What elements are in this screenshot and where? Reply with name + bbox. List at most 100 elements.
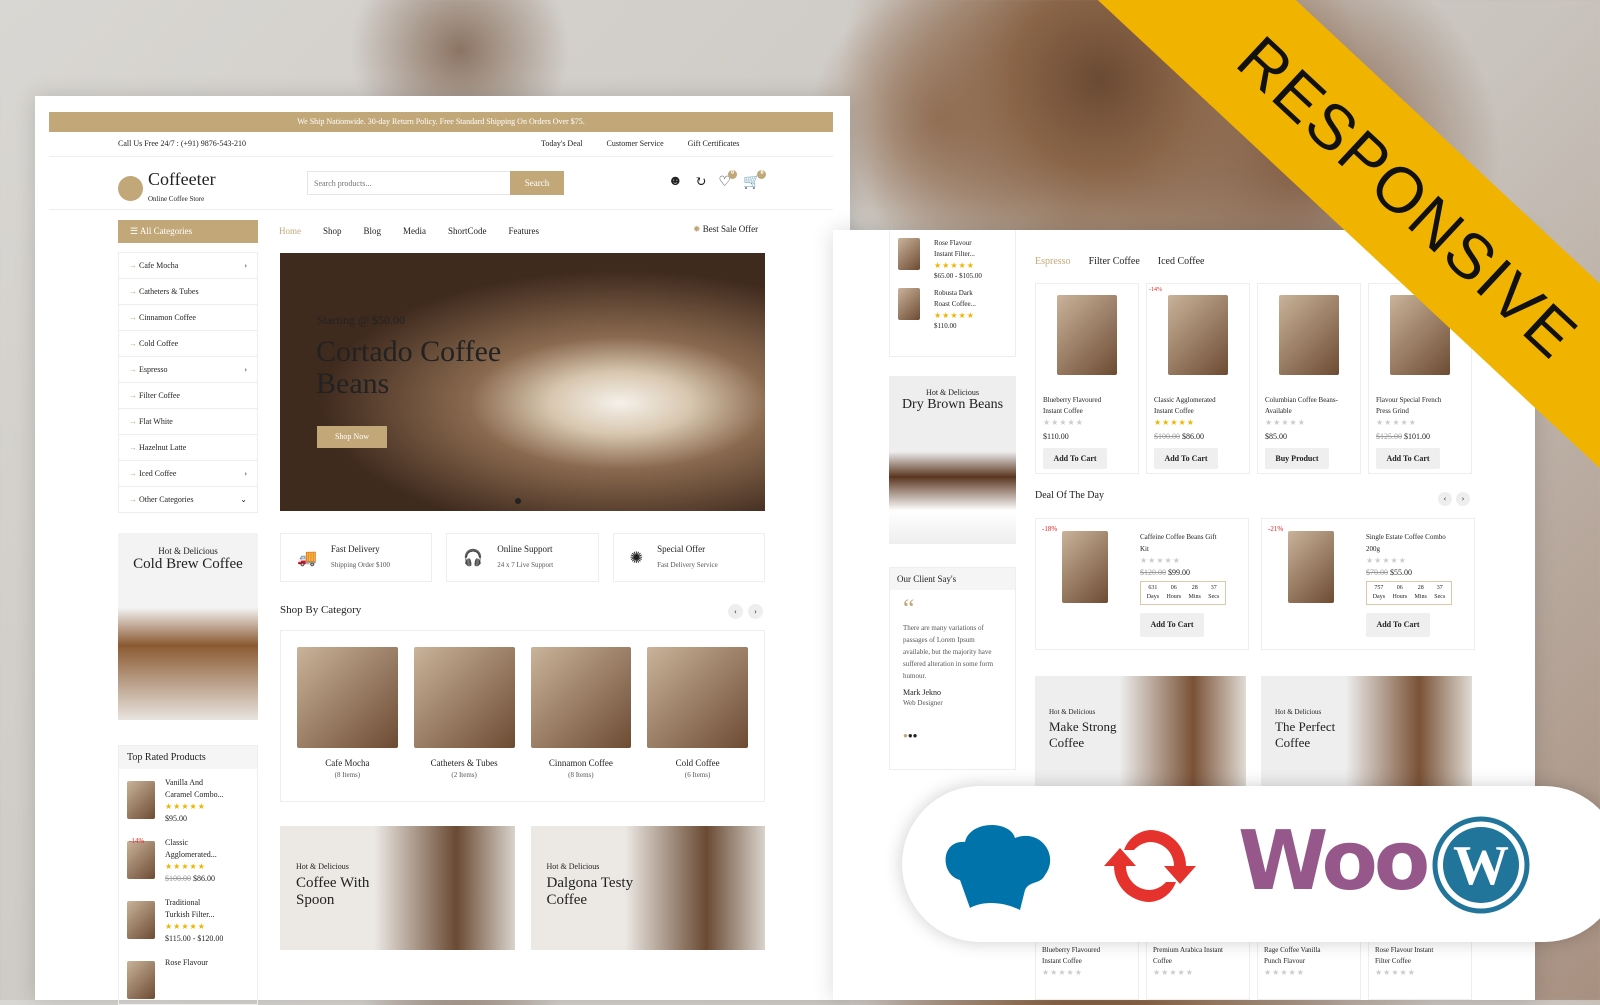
category-item[interactable]: → Cold Coffee — [119, 331, 257, 357]
category-label: Other Categories — [139, 495, 194, 504]
promo-banner[interactable]: Hot & Delicious Make Strong Coffee — [1035, 676, 1246, 786]
link-todays-deal[interactable]: Today's Deal — [541, 139, 583, 148]
search-button[interactable]: Search — [510, 171, 564, 195]
logo[interactable]: Coffeeter Online Coffee Store — [118, 170, 216, 206]
product-card[interactable]: Premium Arabica Instant Coffee ★★★★★ — [1146, 940, 1250, 1000]
product-card[interactable]: Rose Flavour Instant Filter Coffee ★★★★★ — [1368, 940, 1472, 1000]
product-price: $85.00 — [1265, 432, 1287, 441]
top-rated-item[interactable]: Rose Flavour — [119, 949, 257, 1003]
deal-card[interactable]: -21% Single Estate Coffee Combo 200g ★★★★★ $… — [1261, 518, 1475, 650]
mini-product-list: Rose Flavour Instant Filter... ★★★★★ $65.00… — [889, 230, 1016, 357]
category-item[interactable]: → Filter Coffee — [119, 383, 257, 409]
all-categories-button[interactable]: ☰ All Categories — [118, 220, 258, 243]
category-item[interactable]: → Hazelnut Latte — [119, 435, 257, 461]
nav-shortcode[interactable]: ShortCode — [448, 226, 487, 236]
category-next-button[interactable]: › — [748, 604, 763, 619]
nav-blog[interactable]: Blog — [364, 226, 382, 236]
category-item[interactable]: → Catheters & Tubes — [119, 279, 257, 305]
deal-card[interactable]: -18% Caffeine Coffee Beans Gift Kit ★★★★★ $1… — [1035, 518, 1249, 650]
product-card[interactable]: Columbian Coffee Beans- Available ★★★★★ $8… — [1257, 283, 1361, 474]
category-label: Cinnamon Coffee — [139, 313, 196, 322]
dry-brown-beans-banner[interactable]: Hot & Delicious Dry Brown Beans — [889, 376, 1016, 544]
category-item[interactable]: → Iced Coffee › — [119, 461, 257, 487]
product-name: Robusta Dark — [934, 289, 973, 297]
side-banner-cold-brew[interactable]: Hot & Delicious Cold Brew Coffee — [118, 533, 258, 720]
tab-espresso[interactable]: Espresso — [1035, 256, 1071, 267]
product-name-line2: Agglomerated... — [165, 850, 217, 859]
compare-icon[interactable]: ↻ — [695, 174, 707, 191]
banner-title-line2: Coffee — [1049, 735, 1085, 750]
category-item[interactable]: → Espresso › — [119, 357, 257, 383]
category-item[interactable]: → Cinnamon Coffee — [119, 305, 257, 331]
testimonial-widget: Our Client Say's “ There are many variat… — [889, 567, 1016, 770]
product-price: $101.00 — [1404, 432, 1430, 441]
category-card[interactable]: Cafe Mocha (8 Items) — [297, 647, 398, 785]
product-name-line2: Coffee — [1153, 957, 1172, 965]
promo-banner[interactable]: Hot & Delicious Coffee With Spoon — [280, 826, 515, 950]
category-card[interactable]: Cinnamon Coffee (8 Items) — [530, 647, 632, 785]
category-card[interactable]: Catheters & Tubes (2 Items) — [413, 647, 515, 785]
nav-features[interactable]: Features — [509, 226, 540, 236]
banner-subtitle: Hot & Delicious — [158, 546, 218, 556]
wishlist-count: 0 — [728, 170, 738, 179]
deal-prev-button[interactable]: ‹ — [1438, 492, 1452, 506]
add-to-cart-button[interactable]: Add To Cart — [1376, 448, 1440, 469]
nav-shop[interactable]: Shop — [323, 226, 342, 236]
nav-media[interactable]: Media — [403, 226, 426, 236]
product-name-line2: Press Grind — [1376, 407, 1409, 415]
product-name-line2: Turkish Filter... — [165, 910, 215, 919]
category-prev-button[interactable]: ‹ — [728, 604, 743, 619]
arrow-right-icon: → — [129, 287, 137, 296]
mini-product[interactable]: Robusta Dark Roast Coffee... ★★★★★ $110.00 — [898, 288, 1007, 332]
all-categories-label: All Categories — [139, 226, 193, 236]
add-to-cart-button[interactable]: Add To Cart — [1043, 448, 1107, 469]
promo-banner[interactable]: Hot & Delicious Dalgona Testy Coffee — [530, 826, 765, 950]
top-rated-item[interactable]: Traditional Turkish Filter... ★★★★★ $115.0… — [119, 889, 257, 949]
slider-dot[interactable] — [515, 498, 521, 504]
add-to-cart-button[interactable]: Add To Cart — [1154, 448, 1218, 469]
woo-logo: Woo — [1238, 814, 1430, 909]
testimonial-dots[interactable]: ●●● — [890, 709, 1015, 740]
product-card[interactable]: Blueberry Flavoured Instant Coffee ★★★★★ $… — [1035, 283, 1139, 474]
countdown-mins: 28 — [1417, 585, 1424, 591]
mini-product[interactable]: Rose Flavour Instant Filter... ★★★★★ $65.00… — [898, 238, 1007, 282]
add-to-cart-button[interactable]: Add To Cart — [1366, 613, 1430, 637]
link-customer-service[interactable]: Customer Service — [607, 139, 664, 148]
countdown-timer: 631 Days 06 Hours 28 Mins 37 Secs — [1140, 581, 1226, 605]
top-rated-item[interactable]: Vanilla And Caramel Combo... ★★★★★ $95.00 — [119, 769, 257, 829]
sale-badge: -14% — [1149, 287, 1162, 293]
category-item[interactable]: → Flat White — [119, 409, 257, 435]
banner-subtitle: Hot & Delicious — [1275, 708, 1322, 716]
chevron-icon: › — [244, 469, 247, 478]
logo-tagline: Online Coffee Store — [148, 195, 205, 203]
category-label: Cold Coffee — [139, 339, 179, 348]
banner-title: The Perfect — [1275, 719, 1336, 734]
promo-banner[interactable]: Hot & Delicious The Perfect Coffee — [1261, 676, 1472, 786]
add-to-cart-button[interactable]: Add To Cart — [1140, 613, 1204, 637]
hero-slider[interactable]: Starting @ $50.00 Cortado Coffee Beans S… — [280, 253, 765, 511]
link-gift-certificates[interactable]: Gift Certificates — [688, 139, 740, 148]
user-icon[interactable]: ☻ — [668, 174, 683, 191]
product-name-line2: Instant Coffee — [1042, 957, 1082, 965]
product-card[interactable]: Blueberry Flavoured Instant Coffee ★★★★★ — [1035, 940, 1139, 1000]
banner-subtitle: Hot & Delicious — [1049, 708, 1096, 716]
product-card[interactable]: -14% Classic Agglomerated Instant Coffee ★★… — [1146, 283, 1250, 474]
nav-home[interactable]: Home — [279, 226, 301, 236]
cart-icon[interactable]: 🛒 0 — [743, 170, 767, 191]
category-item[interactable]: → Cafe Mocha › — [119, 253, 257, 279]
shop-now-button[interactable]: Shop Now — [317, 426, 387, 448]
wishlist-icon[interactable]: ♡ 0 — [718, 170, 738, 191]
category-item[interactable]: → Other Categories ⌄ — [119, 487, 257, 513]
product-card[interactable]: Rage Coffee Vanilla Punch Flavour ★★★★★ — [1257, 940, 1361, 1000]
category-card[interactable]: Cold Coffee (6 Items) — [647, 647, 748, 785]
add-to-cart-button[interactable]: Buy Product — [1265, 448, 1329, 469]
search-input[interactable] — [307, 171, 511, 195]
tab-filter-coffee[interactable]: Filter Coffee — [1089, 256, 1140, 267]
deal-next-button[interactable]: › — [1456, 492, 1470, 506]
best-sale-offer-link[interactable]: ✸ Best Sale Offer — [693, 224, 758, 235]
divider — [49, 156, 833, 157]
banner-title-line2: Coffee — [1275, 735, 1311, 750]
tab-iced-coffee[interactable]: Iced Coffee — [1158, 256, 1205, 267]
banner-title: Coffee With — [296, 875, 370, 891]
top-rated-item[interactable]: -14% Classic Agglomerated... ★★★★★ $100.00 $… — [119, 829, 257, 889]
